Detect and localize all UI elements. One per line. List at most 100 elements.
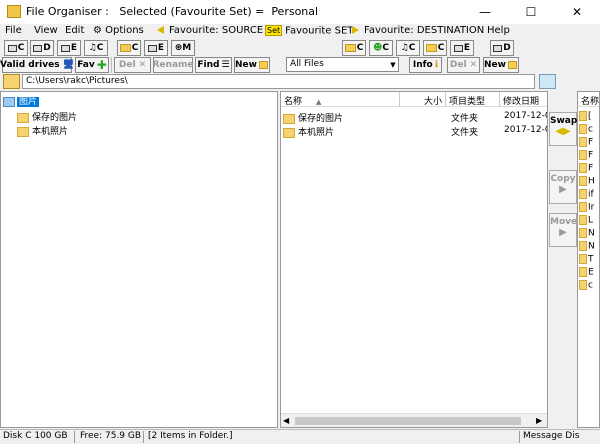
destination-row-label: E	[588, 267, 594, 278]
column-header-date[interactable]: 修改日期	[500, 92, 547, 107]
minimize-button[interactable]: —	[462, 0, 508, 24]
folder-label: C	[356, 43, 364, 53]
folder-icon	[425, 44, 437, 52]
menu-file[interactable]: File	[5, 25, 22, 36]
drive-button-d[interactable]: D	[30, 40, 54, 56]
find-button[interactable]: Find ☰	[195, 57, 232, 73]
file-list-pane[interactable]: 名称 ▲ 大小 项目类型 修改日期 保存的图片 文件夹 2017-12-0 本机照…	[280, 91, 548, 428]
info-label: Info	[412, 60, 433, 70]
destination-row-label: L	[588, 215, 594, 226]
chevron-down-icon[interactable]: ▼	[388, 58, 398, 71]
swap-button[interactable]: Swap ◀▶	[549, 112, 577, 146]
destination-row[interactable]: c	[579, 124, 593, 138]
column-header-size[interactable]: 大小	[400, 92, 446, 107]
folder-tree-pane[interactable]: 图片 保存的图片 本机照片	[0, 91, 278, 428]
drive-button-e[interactable]: E	[57, 40, 81, 56]
valid-drives-button[interactable]: Valid drives 🖥	[0, 57, 74, 73]
folder-button-c[interactable]: C	[117, 40, 141, 56]
destination-row-label: N	[588, 228, 595, 239]
gear-icon: ⚙	[93, 25, 102, 36]
destination-row[interactable]: if	[579, 189, 594, 203]
destination-row[interactable]: T	[579, 254, 594, 268]
tree-item[interactable]: 本机照片	[17, 124, 68, 138]
refresh-icon[interactable]	[539, 74, 556, 89]
move-arrow-icon: ▶	[559, 227, 567, 238]
new-button[interactable]: New	[234, 57, 270, 73]
right-del-button[interactable]: Del ✕	[447, 57, 480, 73]
folder-icon	[283, 127, 295, 138]
destination-row[interactable]: N	[579, 241, 595, 255]
folder-label: C	[437, 43, 445, 53]
column-header-name[interactable]: 名称 ▲	[281, 92, 400, 107]
menu-fav-source[interactable]: Favourite: SOURCE	[157, 25, 263, 36]
destination-row-label: T	[588, 254, 594, 265]
menu-options-label: Options	[105, 25, 144, 36]
destination-row-label: Ir	[588, 202, 595, 213]
path-folder-icon[interactable]	[3, 74, 20, 89]
menu-options[interactable]: ⚙ Options	[93, 25, 144, 36]
destination-row-label: N	[588, 241, 595, 252]
close-button[interactable]: ✕	[554, 0, 600, 24]
right-folder-button-c[interactable]: C	[342, 40, 366, 56]
user-button[interactable]: ☻ C	[369, 40, 393, 56]
menu-help[interactable]: Help	[487, 25, 510, 36]
destination-row[interactable]: E	[579, 267, 594, 281]
app-icon	[7, 5, 21, 18]
right-drive-button-d[interactable]: D	[490, 40, 514, 56]
scroll-left-icon[interactable]: ◀	[283, 416, 289, 425]
menu-view[interactable]: View	[34, 25, 58, 36]
info-button[interactable]: Info ℹ	[409, 57, 442, 73]
del-label: Del	[449, 60, 467, 70]
music-button[interactable]: ♫ C	[84, 40, 108, 56]
menu-edit[interactable]: Edit	[65, 25, 84, 36]
del-label: Del	[118, 60, 136, 70]
move-button[interactable]: Move ▶	[549, 213, 577, 247]
destination-column-header[interactable]: 名称	[578, 92, 599, 107]
rename-button[interactable]: Rename	[153, 57, 194, 73]
destination-row[interactable]: H	[579, 176, 595, 190]
new-folder-icon	[258, 61, 268, 69]
del-button[interactable]: Del ✕	[114, 57, 151, 73]
menu-bar: File View Edit ⚙ Options Favourite: SOUR…	[0, 24, 600, 40]
column-header-type[interactable]: 项目类型	[446, 92, 500, 107]
mtp-button[interactable]: ⊛ M	[171, 40, 195, 56]
drive-button-c[interactable]: C	[4, 40, 28, 56]
drive-button-e2[interactable]: E	[144, 40, 168, 56]
maximize-button[interactable]: ☐	[508, 0, 554, 24]
status-separator	[143, 431, 144, 443]
destination-row[interactable]: F	[579, 163, 593, 177]
destination-row[interactable]: L	[579, 215, 593, 229]
folder-icon	[579, 267, 587, 277]
destination-row[interactable]: N	[579, 228, 595, 242]
path-input[interactable]: C:\Users\rakc\Pictures\	[22, 74, 535, 89]
destination-pane[interactable]: 名称 [c F F F Hif Ir L N N T Ec	[577, 91, 600, 428]
destination-row[interactable]: c	[579, 280, 593, 294]
tree-item[interactable]: 保存的图片	[17, 110, 77, 124]
folder-icon	[579, 241, 587, 251]
user-label: C	[382, 43, 389, 53]
destination-row[interactable]: F	[579, 150, 593, 164]
menu-fav-destination[interactable]: Favourite: DESTINATION	[352, 25, 484, 36]
tree-item-label: 保存的图片	[32, 113, 78, 123]
fav-button[interactable]: Fav ✚	[75, 57, 109, 73]
table-row[interactable]: 保存的图片 文件夹 2017-12-0	[283, 111, 547, 125]
row-date: 2017-12-0	[504, 125, 548, 135]
folder-icon	[579, 124, 587, 134]
horizontal-scrollbar[interactable]: ◀ ▶	[281, 413, 547, 427]
menu-fav-set[interactable]: Set Favourite SET	[265, 25, 353, 37]
scrollbar-thumb[interactable]	[295, 417, 521, 425]
right-new-button[interactable]: New	[483, 57, 519, 73]
tree-root[interactable]: 图片	[3, 94, 40, 108]
scroll-right-icon[interactable]: ▶	[536, 416, 542, 425]
destination-row[interactable]: Ir	[579, 202, 594, 216]
copy-button[interactable]: Copy ▶	[549, 170, 577, 204]
file-filter-select[interactable]: All Files	[286, 57, 399, 72]
destination-row[interactable]: F	[579, 137, 593, 151]
title-bar: File Organiser : Selected (Favourite Set…	[0, 0, 600, 24]
destination-row[interactable]: [	[579, 111, 592, 125]
row-name: 保存的图片	[298, 114, 344, 124]
right-music-button[interactable]: ♫ C	[396, 40, 420, 56]
table-row[interactable]: 本机照片 文件夹 2017-12-0	[283, 125, 547, 139]
right-drive-button-e[interactable]: E	[450, 40, 474, 56]
right-folder-button-c2[interactable]: C	[423, 40, 447, 56]
